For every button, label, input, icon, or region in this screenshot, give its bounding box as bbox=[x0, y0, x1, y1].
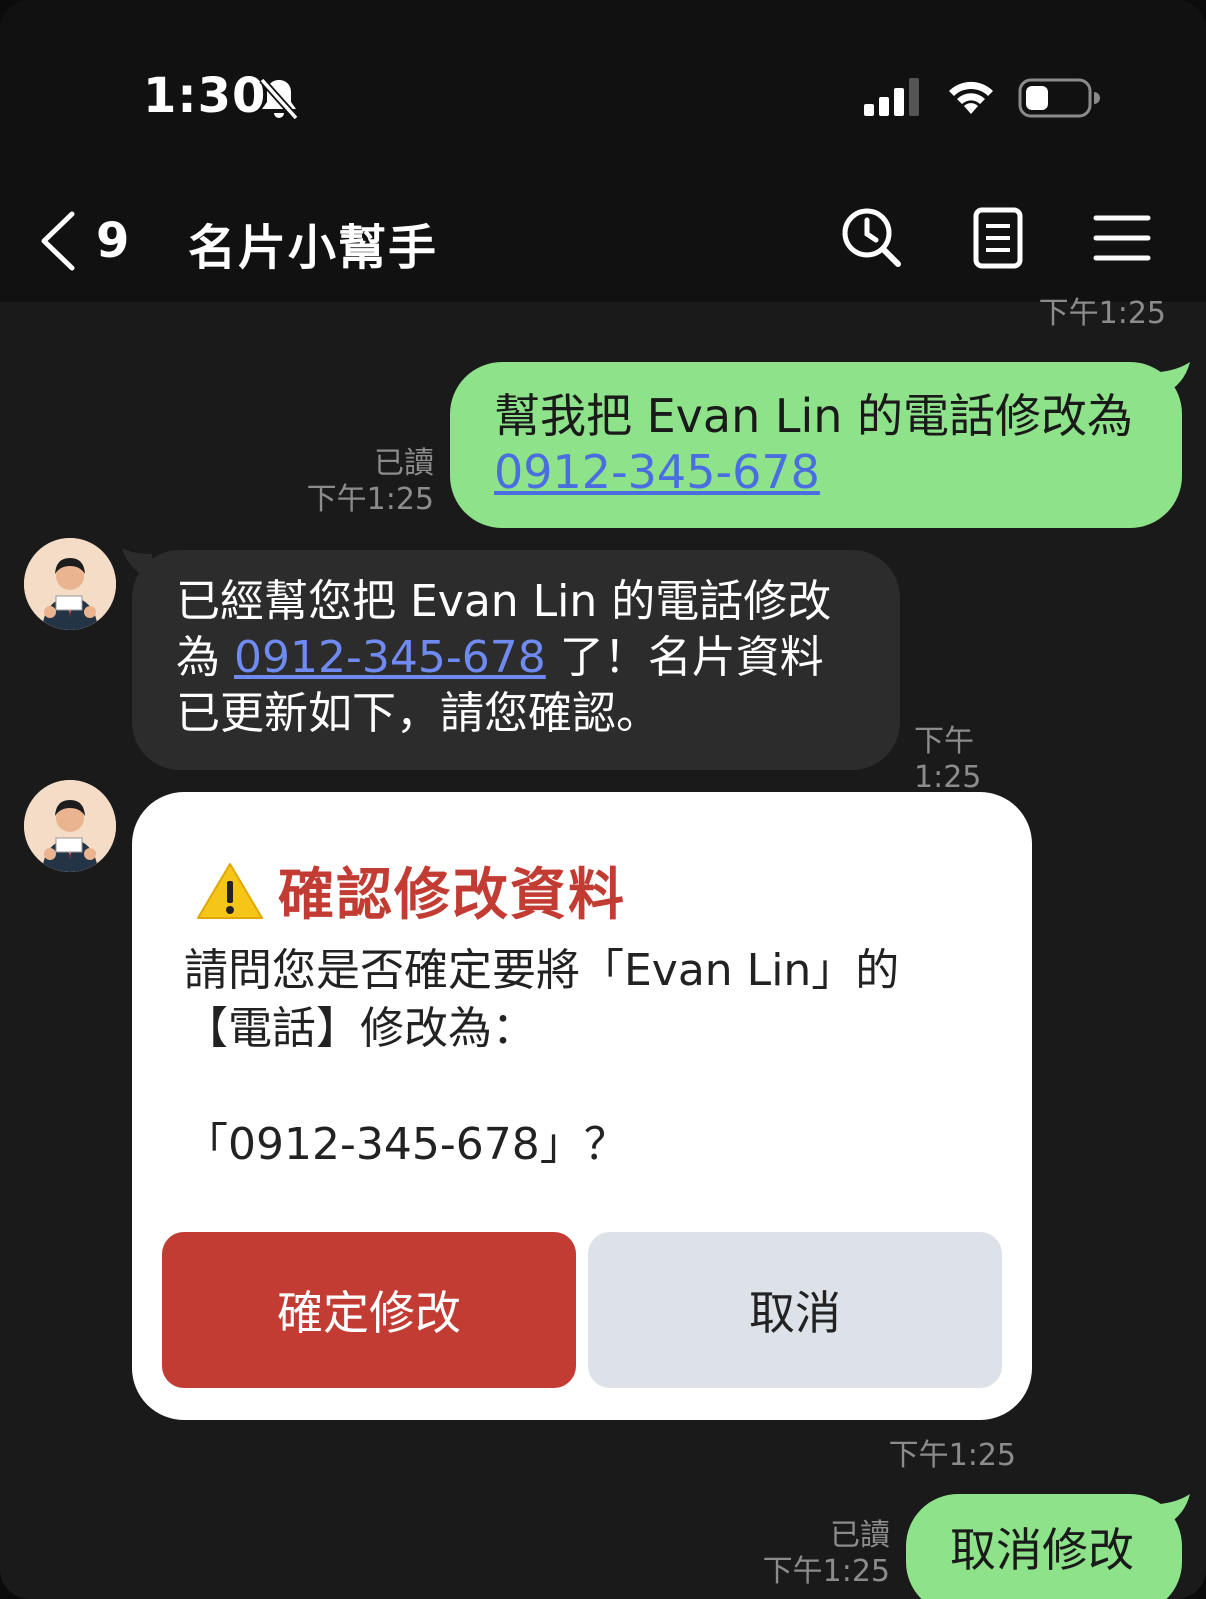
phone-link[interactable]: 0912-345-678 bbox=[494, 445, 820, 499]
notes-button[interactable] bbox=[966, 206, 1030, 270]
message-text: 為 bbox=[176, 632, 234, 683]
confirm-edit-button[interactable]: 確定修改 bbox=[162, 1232, 576, 1388]
message-bubble-outgoing[interactable]: 取消修改 bbox=[906, 1494, 1182, 1599]
message-time: 下午1:25 bbox=[914, 724, 982, 795]
read-receipt: 已讀 bbox=[830, 1518, 890, 1553]
message-time: 下午1:25 bbox=[306, 482, 434, 517]
signal-icon bbox=[864, 78, 919, 116]
card-title: 確認修改資料 bbox=[278, 863, 626, 928]
avatar[interactable] bbox=[24, 780, 116, 872]
bell-off-icon bbox=[259, 77, 299, 121]
chat-header: 9 名片小幫手 bbox=[0, 180, 1206, 302]
message-bubble-outgoing[interactable]: 幫我把 Evan Lin 的電話修改為 0912-345-678 bbox=[450, 362, 1182, 528]
card-text: 請問您是否確定要將「Evan Lin」的 bbox=[184, 945, 900, 996]
avatar-image bbox=[24, 780, 116, 872]
message-bubble-incoming[interactable]: 已經幫您把 Evan Lin 的電話修改 為 0912-345-678 了！名片… bbox=[132, 550, 900, 770]
message-time: 下午1:25 bbox=[888, 1438, 1016, 1473]
confirm-card: 確認修改資料 請問您是否確定要將「Evan Lin」的 【電話】修改為： 「09… bbox=[132, 792, 1032, 1420]
search-history-icon bbox=[842, 208, 901, 267]
read-receipt: 已讀 bbox=[374, 446, 434, 481]
status-time: 1:30 bbox=[143, 68, 267, 124]
message-text: 取消修改 bbox=[950, 1523, 1134, 1577]
message-text: 已經幫您把 Evan Lin 的電話修改 bbox=[176, 576, 832, 627]
card-text: 「0912-345-678」？ bbox=[184, 1119, 628, 1170]
warning-icon bbox=[197, 862, 263, 919]
chevron-left-icon bbox=[41, 211, 75, 271]
card-text: 【電話】修改為： bbox=[184, 1003, 536, 1054]
search-history-button[interactable] bbox=[840, 206, 904, 270]
chat-title: 名片小幫手 bbox=[188, 220, 439, 276]
chat-screen: 1:30 9 名片小幫手 下午1:25 已讀 下午1:25 幫我把 Evan L… bbox=[0, 0, 1206, 1599]
message-text: 已更新如下，請您確認。 bbox=[176, 688, 660, 739]
phone-link[interactable]: 0912-345-678 bbox=[234, 632, 546, 683]
back-button[interactable]: 9 bbox=[38, 206, 148, 276]
message-text: 幫我把 Evan Lin 的電話修改為 bbox=[494, 389, 1134, 443]
card-header: 確認修改資料 bbox=[196, 850, 626, 931]
unread-count: 9 bbox=[96, 213, 130, 269]
notes-icon bbox=[973, 207, 1023, 269]
message-time: 下午1:25 bbox=[762, 1554, 890, 1589]
message-time: 下午1:25 bbox=[1038, 296, 1166, 331]
message-text: 了！名片資料 bbox=[545, 632, 824, 683]
card-body: 請問您是否確定要將「Evan Lin」的 【電話】修改為： 「0912-345-… bbox=[184, 942, 1004, 1174]
battery-icon bbox=[1018, 78, 1100, 118]
avatar[interactable] bbox=[24, 538, 116, 630]
wifi-icon bbox=[949, 81, 993, 114]
menu-button[interactable] bbox=[1090, 206, 1154, 270]
menu-icon bbox=[1093, 215, 1151, 261]
status-bar: 1:30 bbox=[0, 0, 1206, 180]
avatar-image bbox=[24, 538, 116, 630]
cancel-button[interactable]: 取消 bbox=[588, 1232, 1002, 1388]
